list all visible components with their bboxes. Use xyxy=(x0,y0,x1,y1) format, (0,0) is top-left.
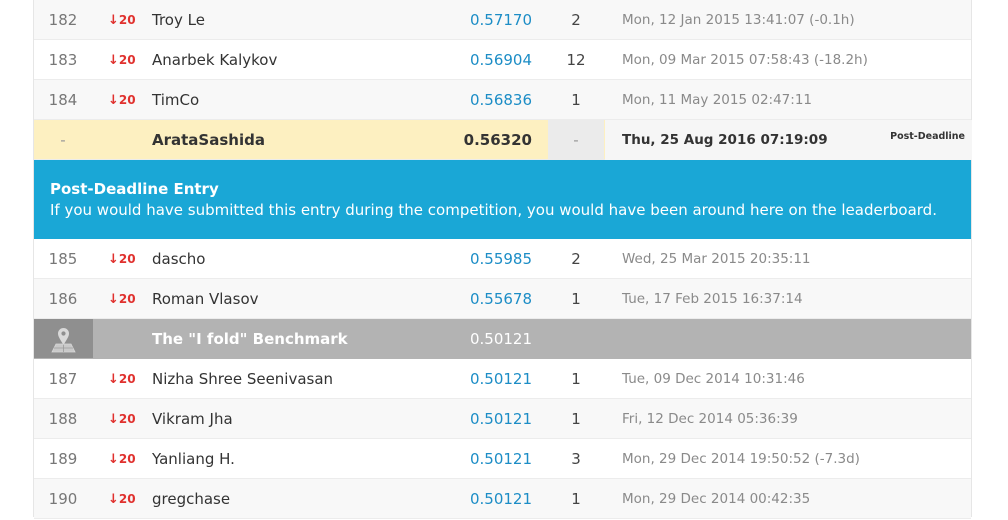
leaderboard-row: 186 ↓20 Roman Vlasov 0.55678 1 Tue, 17 F… xyxy=(34,279,971,319)
down-arrow-icon: ↓ xyxy=(108,292,119,307)
rank-change-value: 20 xyxy=(118,372,136,386)
banner-text: If you would have submitted this entry d… xyxy=(50,201,937,219)
team-name[interactable]: dascho xyxy=(152,239,205,279)
entries-count: 1 xyxy=(571,490,581,508)
down-arrow-icon: ↓ xyxy=(108,372,119,387)
last-submission: Mon, 29 Dec 2014 19:50:52 (-7.3d) xyxy=(622,451,860,467)
rank: - xyxy=(60,131,66,149)
rank-change: ↓20 xyxy=(108,439,136,479)
banner-title: Post-Deadline Entry xyxy=(50,180,219,198)
rank-change: ↓20 xyxy=(108,239,136,279)
rank: 182 xyxy=(48,11,78,29)
last-submission: Wed, 25 Mar 2015 20:35:11 xyxy=(622,251,811,267)
entries-count: - xyxy=(548,120,604,160)
team-name[interactable]: Vikram Jha xyxy=(152,399,233,439)
benchmark-name: The "I fold" Benchmark xyxy=(152,330,348,348)
team-name[interactable]: Nizha Shree Seenivasan xyxy=(152,359,333,399)
last-submission: Mon, 29 Dec 2014 00:42:35 xyxy=(622,491,811,507)
entries-count: 3 xyxy=(571,450,581,468)
leaderboard-row: 183 ↓20 Anarbek Kalykov 0.56904 12 Mon, … xyxy=(34,40,971,80)
rank: 189 xyxy=(48,450,78,468)
last-submission: Fri, 12 Dec 2014 05:36:39 xyxy=(622,411,798,427)
last-submission: Mon, 12 Jan 2015 13:41:07 (-0.1h) xyxy=(622,12,855,28)
team-name[interactable]: Anarbek Kalykov xyxy=(152,40,277,80)
down-arrow-icon: ↓ xyxy=(108,93,119,108)
leaderboard-row: 189 ↓20 Yanliang H. 0.50121 3 Mon, 29 De… xyxy=(34,439,971,479)
down-arrow-icon: ↓ xyxy=(108,252,119,267)
team-name[interactable]: TimCo xyxy=(152,80,199,120)
post-deadline-row: - ArataSashida 0.56320 - Thu, 25 Aug 201… xyxy=(34,120,972,160)
leaderboard-row: 182 ↓20 Troy Le 0.57170 2 Mon, 12 Jan 20… xyxy=(34,0,971,40)
score-link[interactable]: 0.50121 xyxy=(438,479,532,519)
leaderboard-row: 188 ↓20 Vikram Jha 0.50121 1 Fri, 12 Dec… xyxy=(34,399,971,439)
rank-change: ↓20 xyxy=(108,40,136,80)
rank: 184 xyxy=(48,91,78,109)
post-deadline-banner: Post-Deadline Entry If you would have su… xyxy=(34,160,971,239)
entries-count: 1 xyxy=(571,410,581,428)
rank-change-value: 20 xyxy=(118,252,136,266)
rank-change-value: 20 xyxy=(118,492,136,506)
rank-change: ↓20 xyxy=(108,0,136,40)
rank-change-value: 20 xyxy=(118,13,136,27)
down-arrow-icon: ↓ xyxy=(108,492,119,507)
benchmark-icon-cell xyxy=(34,319,93,358)
score: 0.56320 xyxy=(463,131,532,149)
rank: 186 xyxy=(48,290,78,308)
last-submission: Mon, 11 May 2015 02:47:11 xyxy=(622,92,812,108)
rank: 185 xyxy=(48,250,78,268)
team-name[interactable]: Yanliang H. xyxy=(152,439,235,479)
rank: 190 xyxy=(48,490,78,508)
rank-change-value: 20 xyxy=(118,452,136,466)
rank-change: ↓20 xyxy=(108,479,136,519)
down-arrow-icon: ↓ xyxy=(108,53,119,68)
rank: 188 xyxy=(48,410,78,428)
score-link[interactable]: 0.50121 xyxy=(438,359,532,399)
entries-count: 1 xyxy=(571,370,581,388)
rank-change-value: 20 xyxy=(118,93,136,107)
rank-change: ↓20 xyxy=(108,279,136,319)
rank-change: ↓20 xyxy=(108,80,136,120)
leaderboard-row: 184 ↓20 TimCo 0.56836 1 Mon, 11 May 2015… xyxy=(34,80,971,120)
rank-change-value: 20 xyxy=(118,53,136,67)
score-link[interactable]: 0.55678 xyxy=(438,279,532,319)
team-name[interactable]: Roman Vlasov xyxy=(152,279,259,319)
rank-change: ↓20 xyxy=(108,359,136,399)
entries-count: 12 xyxy=(566,51,586,69)
rank-change: ↓20 xyxy=(108,399,136,439)
entries-count: 1 xyxy=(571,91,581,109)
down-arrow-icon: ↓ xyxy=(108,13,119,28)
entries-count: 2 xyxy=(571,11,581,29)
benchmark-score: 0.50121 xyxy=(469,330,532,348)
down-arrow-icon: ↓ xyxy=(108,452,119,467)
score-link[interactable]: 0.50121 xyxy=(438,439,532,479)
entries-count: 2 xyxy=(571,250,581,268)
score-link[interactable]: 0.50121 xyxy=(438,399,532,439)
last-submission: Tue, 09 Dec 2014 10:31:46 xyxy=(622,371,805,387)
score-link[interactable]: 0.56904 xyxy=(438,40,532,80)
rank-change-value: 20 xyxy=(118,292,136,306)
leaderboard-row: 185 ↓20 dascho 0.55985 2 Wed, 25 Mar 201… xyxy=(34,239,971,279)
benchmark-row: The "I fold" Benchmark 0.50121 xyxy=(34,319,971,359)
leaderboard-row: 190 ↓20 gregchase 0.50121 1 Mon, 29 Dec … xyxy=(34,479,971,519)
map-pin-icon xyxy=(51,328,76,353)
team-name[interactable]: Troy Le xyxy=(152,0,205,40)
score-link[interactable]: 0.57170 xyxy=(438,0,532,40)
score-link[interactable]: 0.55985 xyxy=(438,239,532,279)
rank-change-value: 20 xyxy=(118,412,136,426)
leaderboard-table: 182 ↓20 Troy Le 0.57170 2 Mon, 12 Jan 20… xyxy=(33,0,972,519)
entries-count: 1 xyxy=(571,290,581,308)
rank: 183 xyxy=(48,51,78,69)
rank: 187 xyxy=(48,370,78,388)
team-name[interactable]: ArataSashida xyxy=(152,120,265,160)
score-link[interactable]: 0.56836 xyxy=(438,80,532,120)
down-arrow-icon: ↓ xyxy=(108,412,119,427)
post-deadline-badge: Post-Deadline xyxy=(890,131,965,142)
team-name[interactable]: gregchase xyxy=(152,479,230,519)
last-submission: Tue, 17 Feb 2015 16:37:14 xyxy=(622,291,803,307)
last-submission: Mon, 09 Mar 2015 07:58:43 (-18.2h) xyxy=(622,52,868,68)
leaderboard-row: 187 ↓20 Nizha Shree Seenivasan 0.50121 1… xyxy=(34,359,971,399)
